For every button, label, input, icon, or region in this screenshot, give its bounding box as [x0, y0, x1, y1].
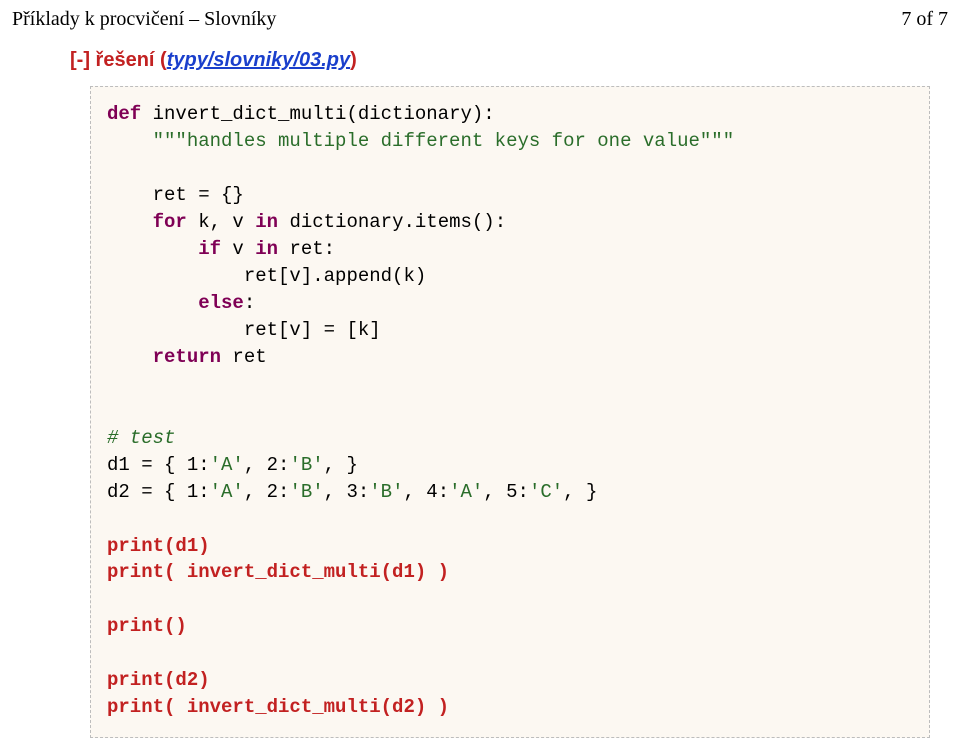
kw-in: in	[255, 238, 278, 260]
print-call: print(d2)	[107, 669, 210, 691]
kw-in: in	[255, 211, 278, 233]
code-text: d1 = { 1:	[107, 454, 210, 476]
code-text	[107, 292, 198, 314]
code-text: dictionary.items():	[278, 211, 506, 233]
str: 'B'	[289, 481, 323, 503]
str: 'B'	[289, 454, 323, 476]
code-text: , 3:	[324, 481, 370, 503]
code-text: d2 = { 1:	[107, 481, 210, 503]
code-text	[107, 238, 198, 260]
section-heading: [-] řešení (typy/slovniky/03.py)	[70, 49, 948, 72]
code-text: invert_dict_multi(dictionary):	[141, 103, 494, 125]
code-text: ret = {}	[107, 184, 244, 206]
str: 'A'	[210, 481, 244, 503]
code-text: :	[244, 292, 255, 314]
code-text: ret	[221, 346, 267, 368]
print-call: print( invert_dict_multi(d2) )	[107, 696, 449, 718]
page-indicator: 7 of 7	[901, 8, 948, 31]
solution-link[interactable]: typy/slovniky/03.py	[167, 49, 350, 71]
kw-else: else	[198, 292, 244, 314]
kw-def: def	[107, 103, 141, 125]
print-call: print()	[107, 615, 187, 637]
str: 'A'	[210, 454, 244, 476]
kw-return: return	[153, 346, 221, 368]
code-text: , 5:	[483, 481, 529, 503]
code-text: ret:	[278, 238, 335, 260]
code-text: , }	[324, 454, 358, 476]
str: 'B'	[369, 481, 403, 503]
print-call: print(d1)	[107, 535, 210, 557]
docstring: """handles multiple different keys for o…	[107, 130, 734, 152]
str: 'A'	[449, 481, 483, 503]
print-call: print( invert_dict_multi(d1) )	[107, 561, 449, 583]
page-header: Příklady k procvičení – Slovníky 7 of 7	[12, 8, 948, 31]
doc-title: Příklady k procvičení – Slovníky	[12, 8, 276, 31]
code-text: ret[v].append(k)	[107, 265, 426, 287]
code-text	[107, 346, 153, 368]
code-text: , 2:	[244, 454, 290, 476]
code-text: k, v	[187, 211, 255, 233]
section-trailing: )	[350, 49, 357, 71]
code-text	[107, 211, 153, 233]
code-text: , }	[563, 481, 597, 503]
code-text: ret[v] = [k]	[107, 319, 381, 341]
comment: # test	[107, 427, 175, 449]
code-text: , 2:	[244, 481, 290, 503]
section-prefix: [-] řešení (	[70, 49, 167, 71]
str: 'C'	[529, 481, 563, 503]
code-text: , 4:	[404, 481, 450, 503]
kw-for: for	[153, 211, 187, 233]
code-text: v	[221, 238, 255, 260]
code-block: def invert_dict_multi(dictionary): """ha…	[90, 86, 930, 738]
kw-if: if	[198, 238, 221, 260]
